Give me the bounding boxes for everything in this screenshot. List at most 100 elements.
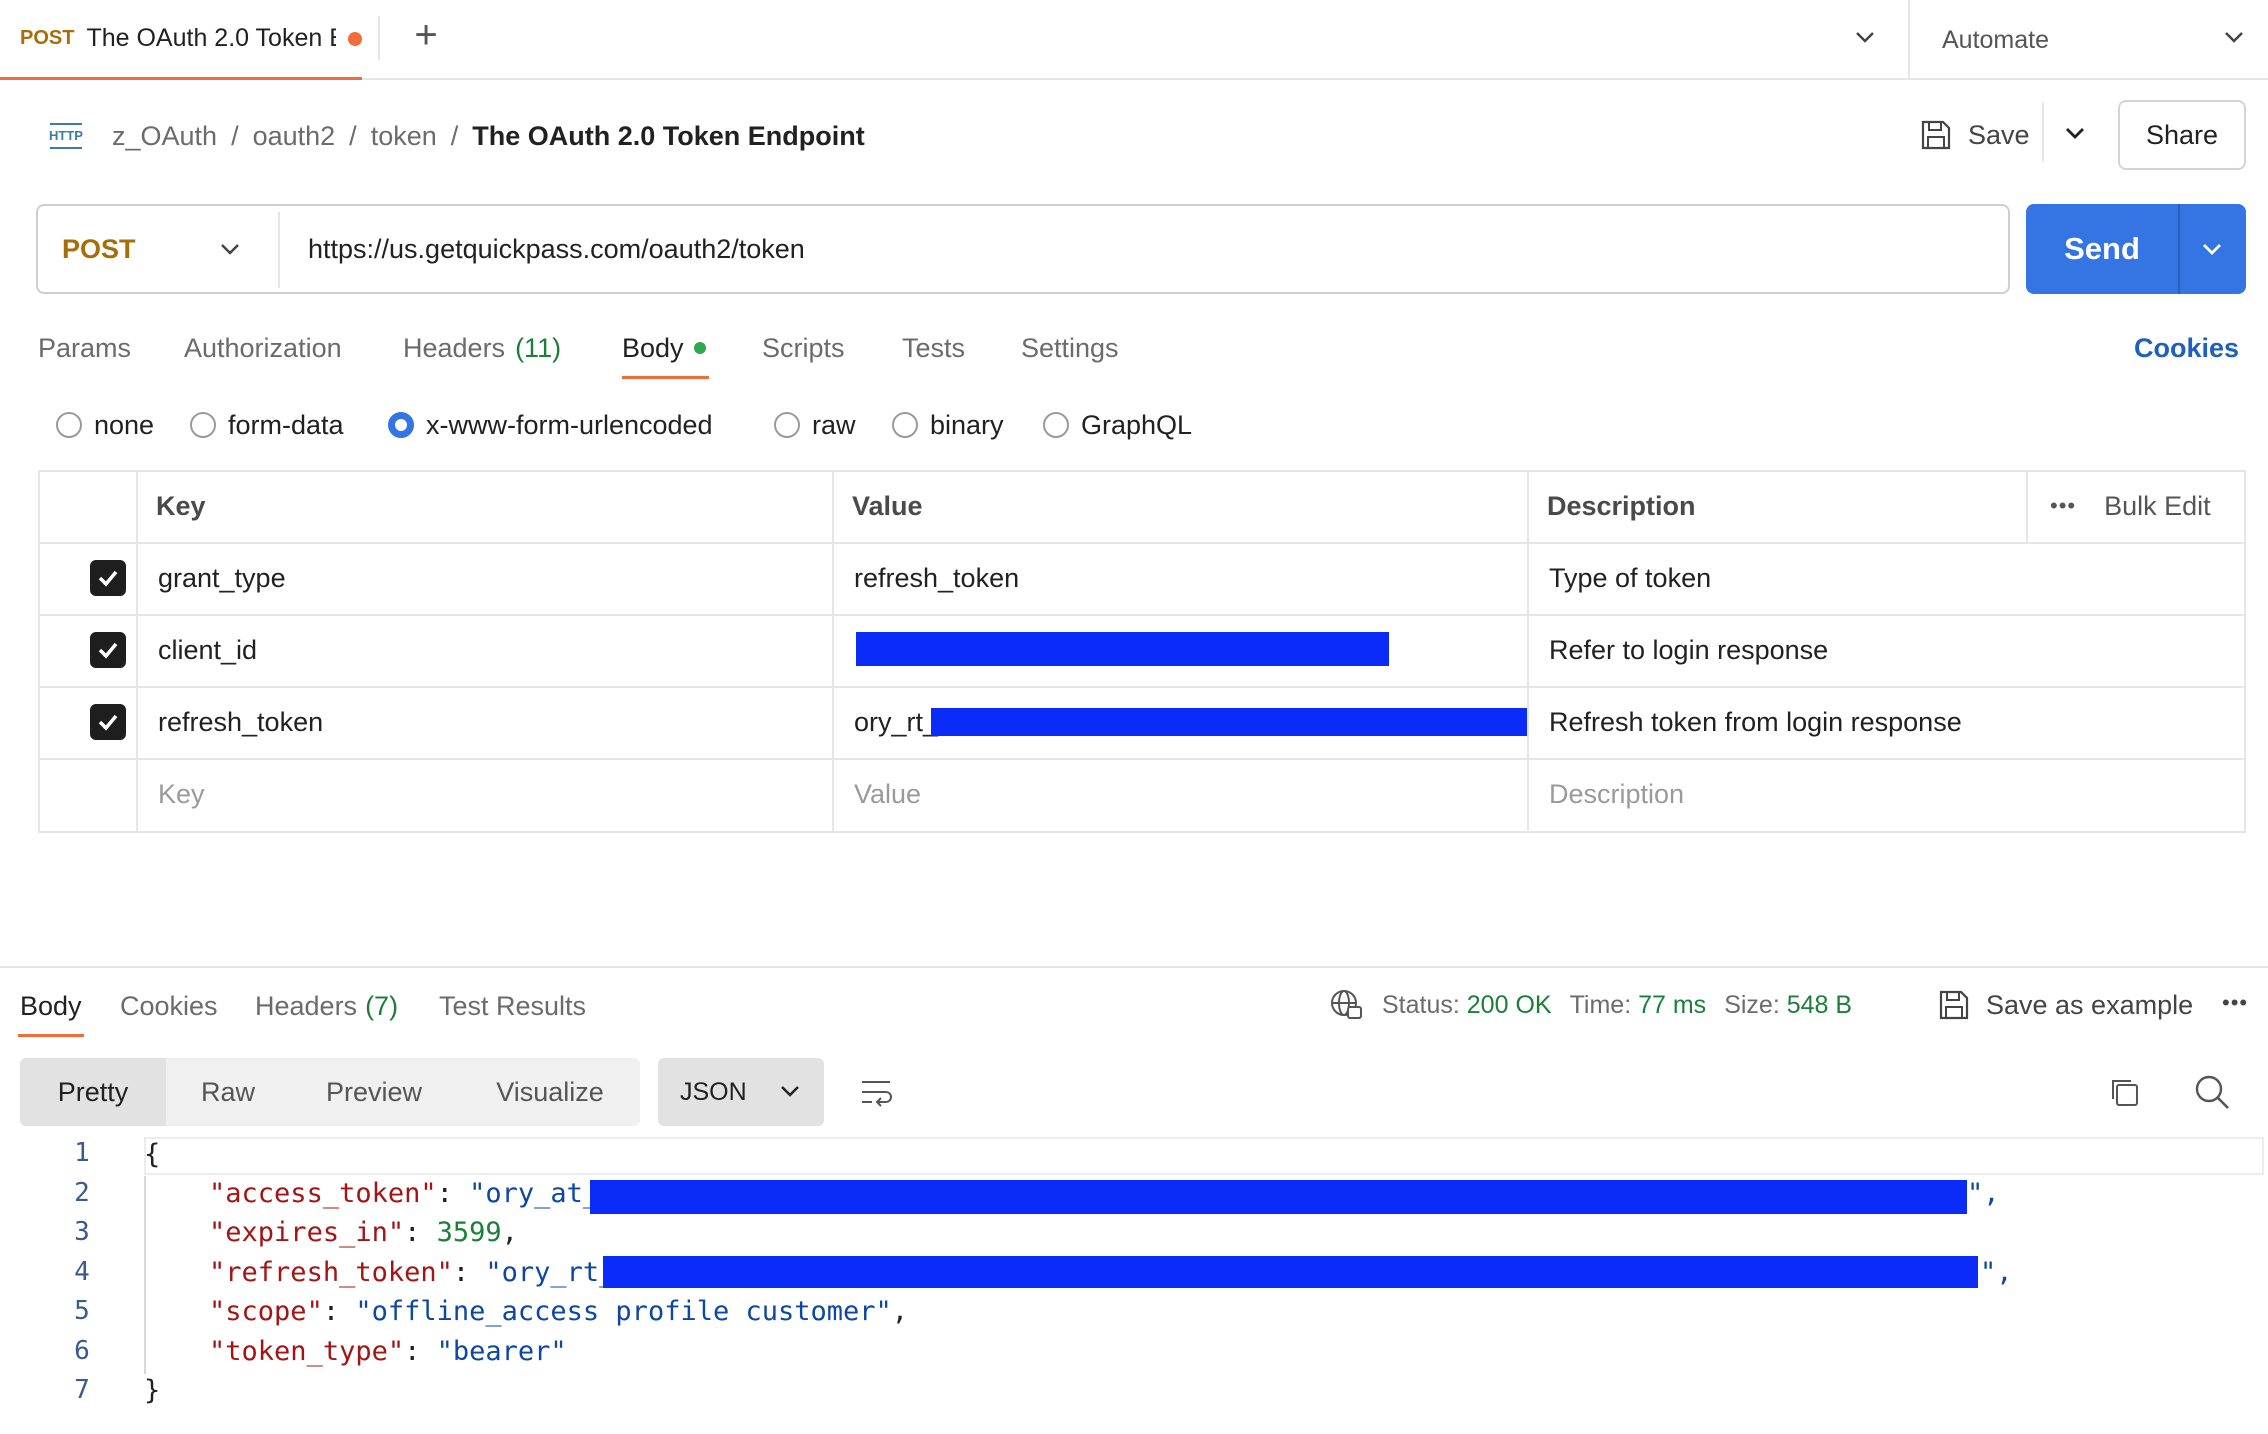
redaction-block bbox=[856, 632, 1389, 666]
divider bbox=[136, 470, 138, 833]
new-description-input[interactable]: Description bbox=[1549, 758, 1684, 830]
param-value[interactable]: ory_rt_ bbox=[854, 686, 938, 758]
url-input[interactable]: https://us.getquickpass.com/oauth2/token bbox=[308, 204, 805, 294]
response-tab-cookies[interactable]: Cookies bbox=[120, 986, 218, 1026]
tab-label: Headers bbox=[403, 332, 506, 363]
active-tab-indicator bbox=[622, 376, 709, 379]
radio-icon bbox=[774, 412, 800, 438]
divider bbox=[38, 542, 2246, 544]
bulk-edit-button[interactable]: Bulk Edit bbox=[2104, 491, 2211, 522]
body-type-none[interactable]: none bbox=[56, 405, 154, 445]
param-description[interactable]: Refer to login response bbox=[1549, 614, 1828, 686]
size-value[interactable]: 548 B bbox=[1787, 991, 1852, 1019]
save-label: Save bbox=[1968, 119, 2030, 150]
view-preview[interactable]: Preview bbox=[302, 1058, 446, 1126]
status-value[interactable]: 200 OK bbox=[1467, 991, 1552, 1019]
column-header-key: Key bbox=[156, 490, 206, 521]
save-as-example-button[interactable]: Save as example bbox=[1936, 982, 2193, 1028]
divider bbox=[832, 470, 834, 833]
param-key[interactable]: refresh_token bbox=[158, 686, 323, 758]
tab-label: Scripts bbox=[762, 332, 845, 363]
checkbox-checked-icon bbox=[90, 560, 126, 596]
breadcrumb-item[interactable]: oauth2 bbox=[253, 121, 336, 152]
divider bbox=[378, 16, 380, 60]
format-chevron-icon[interactable] bbox=[770, 1072, 810, 1112]
view-pretty[interactable]: Pretty bbox=[20, 1058, 166, 1126]
breadcrumb-separator: / bbox=[450, 120, 459, 151]
copy-icon[interactable] bbox=[2104, 1072, 2144, 1112]
tab-label: Headers bbox=[255, 990, 358, 1021]
response-tab-headers[interactable]: Headers (7) bbox=[255, 986, 398, 1026]
body-type-form-data[interactable]: form-data bbox=[190, 405, 344, 445]
checkbox-checked-icon bbox=[90, 632, 126, 668]
response-tab-test-results[interactable]: Test Results bbox=[439, 986, 586, 1026]
param-description[interactable]: Type of token bbox=[1549, 542, 1711, 614]
save-button[interactable]: Save bbox=[1918, 110, 2030, 160]
param-key[interactable]: grant_type bbox=[158, 542, 286, 614]
tab-tests[interactable]: Tests bbox=[902, 326, 965, 370]
param-description[interactable]: Refresh token from login response bbox=[1549, 686, 1962, 758]
response-tab-body[interactable]: Body bbox=[20, 986, 82, 1026]
tab-title: The OAuth 2.0 Token Endpoint bbox=[86, 24, 336, 52]
line-number: 5 bbox=[74, 1296, 90, 1326]
tab-authorization[interactable]: Authorization bbox=[184, 326, 342, 370]
tabs-dropdown-chevron-icon[interactable] bbox=[1845, 18, 1885, 58]
json-line: "token_type": "bearer" bbox=[209, 1336, 567, 1367]
new-key-input[interactable]: Key bbox=[158, 758, 205, 830]
tab-label: Body bbox=[622, 332, 684, 363]
network-globe-icon[interactable] bbox=[1328, 987, 1364, 1023]
radio-icon bbox=[56, 412, 82, 438]
share-button[interactable]: Share bbox=[2118, 100, 2246, 170]
view-raw[interactable]: Raw bbox=[166, 1058, 290, 1126]
body-type-binary[interactable]: binary bbox=[892, 405, 1004, 445]
divider bbox=[278, 212, 280, 288]
tab-label: Settings bbox=[1021, 332, 1119, 363]
tab-headers[interactable]: Headers (11) bbox=[403, 326, 561, 370]
breadcrumb-item[interactable]: token bbox=[371, 121, 437, 152]
new-value-input[interactable]: Value bbox=[854, 758, 921, 830]
divider bbox=[2026, 470, 2028, 542]
line-number: 1 bbox=[74, 1138, 90, 1168]
body-type-urlencoded[interactable]: x-www-form-urlencoded bbox=[388, 405, 713, 445]
radio-label: raw bbox=[812, 409, 856, 440]
breadcrumb-item[interactable]: z_OAuth bbox=[112, 121, 217, 152]
send-options-chevron-icon[interactable] bbox=[2190, 228, 2234, 272]
tab-settings[interactable]: Settings bbox=[1021, 326, 1119, 370]
divider bbox=[0, 966, 2268, 968]
environment-chevron-icon[interactable] bbox=[2214, 18, 2254, 58]
save-options-chevron-icon[interactable] bbox=[2055, 114, 2095, 154]
body-type-graphql[interactable]: GraphQL bbox=[1043, 405, 1192, 445]
radio-label: binary bbox=[930, 409, 1004, 440]
new-tab-plus-icon[interactable]: + bbox=[405, 14, 447, 56]
request-tab[interactable]: POST The OAuth 2.0 Token Endpoint bbox=[0, 0, 362, 80]
search-icon[interactable] bbox=[2190, 1070, 2234, 1114]
environment-label: Automate bbox=[1942, 25, 2050, 54]
send-button[interactable]: Send bbox=[2026, 204, 2178, 294]
json-line: "access_token": "ory_at_ bbox=[209, 1178, 600, 1209]
view-visualize[interactable]: Visualize bbox=[470, 1058, 630, 1126]
column-header-description: Description bbox=[1547, 490, 1696, 521]
tab-scripts[interactable]: Scripts bbox=[762, 326, 845, 370]
param-value[interactable]: refresh_token bbox=[854, 542, 1019, 614]
cookies-link[interactable]: Cookies bbox=[2134, 326, 2239, 370]
tab-body[interactable]: Body bbox=[622, 326, 706, 370]
row-checkbox[interactable] bbox=[90, 704, 126, 740]
word-wrap-icon[interactable] bbox=[856, 1072, 896, 1112]
divider bbox=[2042, 102, 2044, 162]
tab-params[interactable]: Params bbox=[38, 326, 131, 370]
row-checkbox[interactable] bbox=[90, 560, 126, 596]
body-type-raw[interactable]: raw bbox=[774, 405, 856, 445]
more-options-icon[interactable]: ••• bbox=[2050, 493, 2076, 519]
more-options-icon[interactable]: ••• bbox=[2222, 990, 2256, 1020]
tab-label: Params bbox=[38, 332, 132, 363]
status-label: Status: 200 OK bbox=[1382, 990, 1552, 1019]
param-key[interactable]: client_id bbox=[158, 614, 257, 686]
time-value[interactable]: 77 ms bbox=[1638, 991, 1706, 1019]
divider bbox=[1527, 470, 1529, 833]
method-chevron-icon[interactable] bbox=[210, 230, 250, 270]
radio-label: GraphQL bbox=[1081, 409, 1193, 440]
row-checkbox[interactable] bbox=[90, 632, 126, 668]
request-title[interactable]: The OAuth 2.0 Token Endpoint bbox=[472, 121, 865, 152]
radio-label: x-www-form-urlencoded bbox=[426, 409, 713, 440]
json-line: "expires_in": 3599, bbox=[209, 1217, 518, 1248]
